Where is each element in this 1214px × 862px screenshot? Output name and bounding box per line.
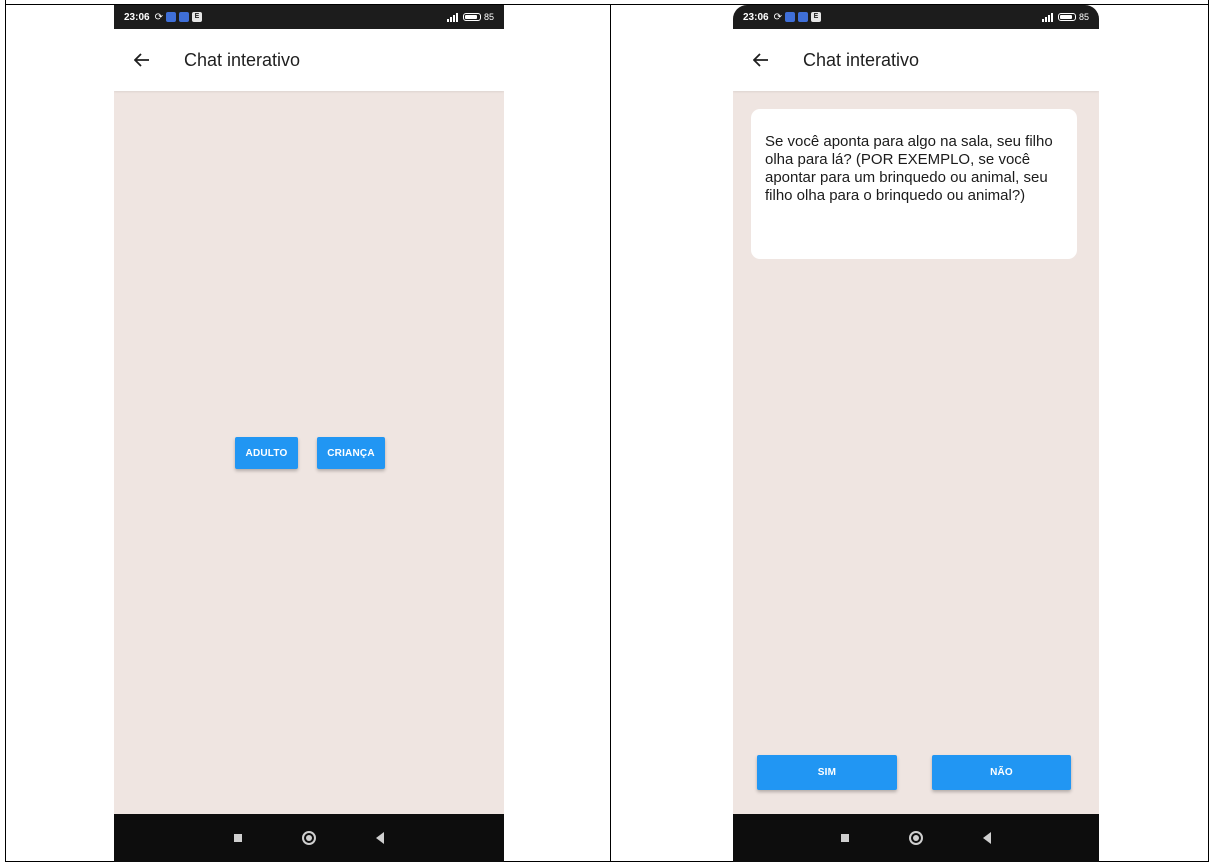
- page-title: Chat interativo: [184, 49, 301, 70]
- arrow-left-icon[interactable]: [753, 50, 773, 70]
- app-notification-icon: E: [191, 12, 202, 22]
- status-time: 23:06: [124, 11, 150, 23]
- battery-percent: 85: [1078, 12, 1089, 22]
- status-bar: 23:06 ⟳ E 85: [114, 5, 504, 29]
- app-notification-icon: E: [810, 12, 821, 22]
- status-bar: 23:06 ⟳ E 85: [733, 5, 1099, 29]
- left-phone-screen: 23:06 ⟳ E 85 Chat interativo ADULTO CRIA…: [114, 5, 504, 862]
- circle-icon[interactable]: [909, 831, 923, 845]
- app-notification-icon: [165, 12, 176, 22]
- sim-button[interactable]: SIM: [757, 755, 897, 790]
- battery-percent: 85: [483, 12, 494, 22]
- crianca-button[interactable]: CRIANÇA: [317, 437, 385, 469]
- adulto-button[interactable]: ADULTO: [235, 437, 298, 469]
- triangle-back-icon[interactable]: [983, 832, 991, 844]
- signal-icon: [446, 12, 459, 22]
- navigation-bar: [114, 814, 504, 862]
- sync-icon: ⟳: [154, 11, 163, 23]
- status-right: 85: [446, 12, 494, 22]
- status-right: 85: [1041, 12, 1089, 22]
- table-column-divider: [610, 4, 611, 862]
- status-time: 23:06: [743, 11, 769, 23]
- battery-icon: [1057, 13, 1076, 21]
- square-icon[interactable]: [234, 834, 242, 842]
- circle-icon[interactable]: [302, 831, 316, 845]
- battery-icon: [462, 13, 481, 21]
- signal-icon: [1041, 12, 1054, 22]
- app-notification-icon: [797, 12, 808, 22]
- app-notification-icon: [178, 12, 189, 22]
- square-icon[interactable]: [841, 834, 849, 842]
- nao-button[interactable]: NÃO: [932, 755, 1071, 790]
- sync-icon: ⟳: [773, 11, 782, 23]
- page-title: Chat interativo: [803, 49, 920, 70]
- app-bar: Chat interativo: [733, 29, 1099, 91]
- navigation-bar: [733, 814, 1099, 862]
- triangle-back-icon[interactable]: [376, 832, 384, 844]
- arrow-left-icon[interactable]: [134, 50, 154, 70]
- chat-question-bubble: Se você aponta para algo na sala, seu fi…: [751, 109, 1077, 259]
- app-bar: Chat interativo: [114, 29, 504, 91]
- right-phone-screen: 23:06 ⟳ E 85 Chat interativo Se você apo…: [733, 5, 1099, 862]
- app-notification-icon: [784, 12, 795, 22]
